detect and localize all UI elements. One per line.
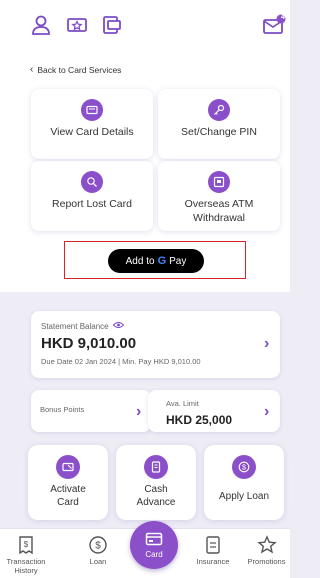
nav-card[interactable]: Card (130, 521, 178, 569)
nav-card-label: Card (145, 549, 163, 559)
activate-card-button[interactable]: Activate Card (28, 445, 108, 520)
activate-card-label: Activate Card (50, 484, 86, 508)
card-details-icon (81, 99, 103, 121)
gpay-prefix: Add to (125, 255, 155, 267)
statement-balance-label: Statement Balance (41, 321, 109, 331)
activate-card-icon (56, 455, 80, 479)
nav-insurance-label: Insurance (196, 557, 230, 566)
profile-icon[interactable] (30, 14, 52, 36)
document-icon (203, 535, 223, 555)
star-ticket-icon[interactable] (66, 14, 88, 36)
available-limit-card[interactable]: Ava. Limit HKD 25,000 › (148, 390, 280, 432)
google-g-logo: G (157, 255, 167, 267)
add-to-google-pay-button[interactable]: Add to G Pay (108, 249, 204, 273)
bonus-points-card[interactable]: Bonus Points › (31, 390, 151, 432)
nav-promotions[interactable]: Promotions (243, 535, 290, 566)
nav-transaction-history[interactable]: $ Transaction History (2, 535, 50, 575)
apply-loan-button[interactable]: $ Apply Loan (204, 445, 284, 520)
statement-balance-amount: HKD 9,010.00 (41, 335, 137, 352)
dollar-circle-icon: $ (88, 535, 108, 555)
top-bar: 4 (0, 0, 290, 52)
view-card-details-button[interactable]: View Card Details (31, 89, 153, 159)
nav-loan-label: Loan (89, 557, 107, 566)
svg-text:$: $ (242, 465, 246, 472)
chevron-right-icon: › (264, 335, 270, 352)
cash-advance-label: Cash Advance (136, 484, 176, 508)
dollar-icon: $ (232, 455, 256, 479)
notification-badge-count: 4 (281, 14, 285, 21)
key-icon (208, 99, 230, 121)
chevron-right-icon: › (264, 403, 270, 420)
receipt-dollar-icon: $ (16, 535, 36, 555)
report-lost-card-label: Report Lost Card (52, 198, 132, 210)
cash-advance-icon (144, 455, 168, 479)
available-limit-label: Ava. Limit (166, 399, 199, 408)
star-icon (256, 535, 277, 555)
back-link-label: Back to Card Services (37, 64, 122, 75)
apply-loan-label: Apply Loan (218, 491, 270, 502)
report-lost-card-button[interactable]: Report Lost Card (31, 161, 153, 231)
cash-advance-button[interactable]: Cash Advance (116, 445, 196, 520)
svg-text:$: $ (24, 540, 29, 549)
eye-icon[interactable] (112, 321, 124, 331)
nav-promotions-label: Promotions (247, 557, 286, 566)
available-limit-amount: HKD 25,000 (166, 413, 233, 427)
nav-insurance[interactable]: Insurance (190, 535, 236, 566)
svg-text:$: $ (95, 541, 101, 552)
card-icon (145, 532, 163, 548)
atm-icon (208, 171, 230, 193)
overseas-atm-withdrawal-label: Overseas ATM Withdrawal (184, 198, 254, 224)
cards-icon[interactable] (101, 14, 123, 36)
view-card-details-label: View Card Details (50, 126, 134, 138)
statement-balance-label-row: Statement Balance (41, 321, 124, 331)
bonus-points-label: Bonus Points (40, 405, 85, 414)
chevron-left-icon: ‹ (30, 64, 34, 75)
back-to-card-services-link[interactable]: ‹ Back to Card Services (30, 64, 121, 75)
statement-balance-card[interactable]: Statement Balance HKD 9,010.00 Due Date … (31, 311, 280, 378)
due-date-text: Due Date 02 Jan 2024 | Min. Pay HKD 9,01… (41, 357, 201, 366)
chevron-right-icon: › (136, 403, 142, 420)
overseas-atm-withdrawal-button[interactable]: Overseas ATM Withdrawal (158, 161, 280, 231)
nav-loan[interactable]: $ Loan (76, 535, 120, 566)
search-card-icon (81, 171, 103, 193)
gpay-suffix: Pay (169, 255, 187, 267)
nav-transaction-history-label: Transaction History (6, 557, 46, 575)
set-change-pin-button[interactable]: Set/Change PIN (158, 89, 280, 159)
set-change-pin-label: Set/Change PIN (181, 126, 257, 138)
